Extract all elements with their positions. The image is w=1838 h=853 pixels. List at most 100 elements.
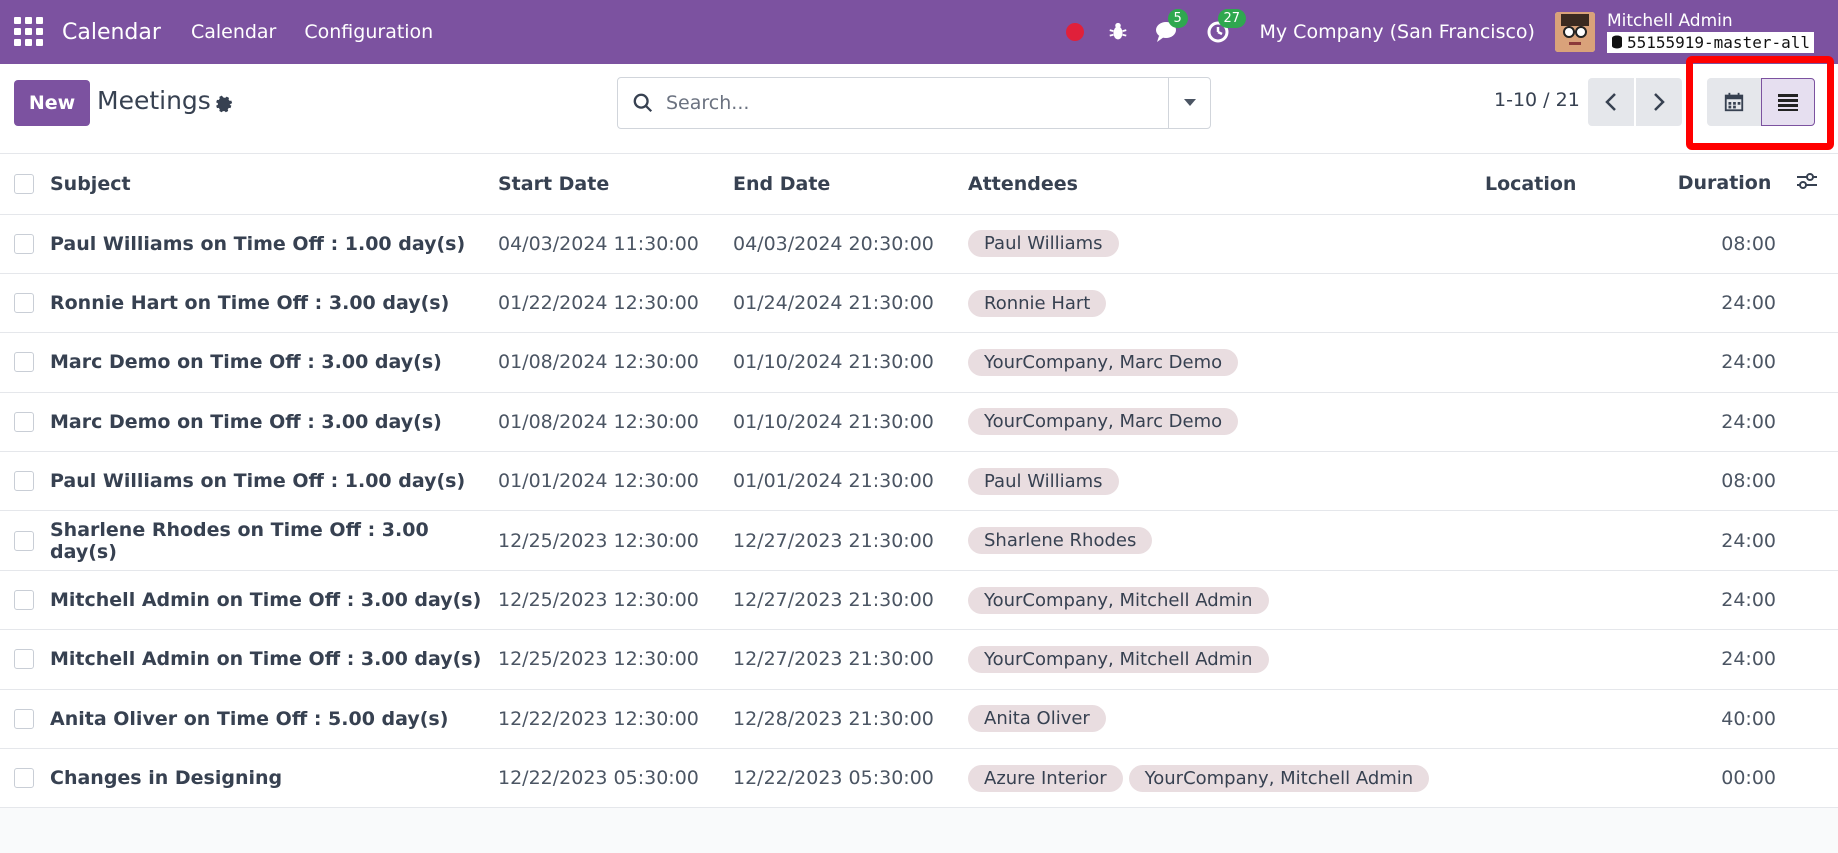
column-attendees[interactable]: Attendees [968,154,1485,215]
search-options-toggle[interactable] [1168,78,1210,128]
table-row[interactable]: Sharlene Rhodes on Time Off : 3.00 day(s… [0,510,1838,571]
table-row[interactable]: Marc Demo on Time Off : 3.00 day(s) 01/0… [0,332,1838,393]
cell-attendees[interactable]: Paul Williams [968,214,1485,274]
cell-start-date[interactable]: 01/08/2024 12:30:00 [498,392,733,453]
cell-start-date[interactable]: 12/22/2023 05:30:00 [498,748,733,809]
user-menu[interactable]: Mitchell Admin 55155919-master-all [1606,12,1814,53]
cell-attendees[interactable]: Anita Oliver [968,689,1485,750]
cell-location[interactable] [1485,332,1655,393]
cell-duration[interactable]: 24:00 [1655,332,1838,393]
user-avatar[interactable] [1554,12,1595,52]
cell-duration[interactable]: 08:00 [1655,214,1838,274]
cell-duration[interactable]: 24:00 [1655,510,1838,571]
gear-icon[interactable] [213,94,233,118]
cell-duration[interactable]: 24:00 [1655,392,1838,453]
cell-attendees[interactable]: YourCompany, Mitchell Admin [968,570,1485,631]
row-checkbox[interactable] [14,293,34,314]
select-all-checkbox[interactable] [14,173,34,194]
cell-start-date[interactable]: 01/01/2024 12:30:00 [498,451,733,512]
cell-location[interactable] [1485,570,1655,631]
cell-end-date[interactable]: 01/10/2024 21:30:00 [733,332,968,393]
row-checkbox[interactable] [14,590,34,611]
cell-start-date[interactable]: 01/22/2024 12:30:00 [498,273,733,334]
row-checkbox[interactable] [14,708,34,729]
cell-duration[interactable]: 24:00 [1655,273,1838,334]
cell-end-date[interactable]: 01/01/2024 21:30:00 [733,451,968,512]
cell-subject[interactable]: Anita Oliver on Time Off : 5.00 day(s) [50,689,498,750]
cell-location[interactable] [1485,689,1655,750]
list-view-button[interactable] [1761,78,1815,126]
row-checkbox[interactable] [14,352,34,373]
app-brand[interactable]: Calendar [62,20,161,45]
column-subject[interactable]: Subject [50,154,498,215]
table-row[interactable]: Paul Williams on Time Off : 1.00 day(s) … [0,214,1838,274]
cell-start-date[interactable]: 12/22/2023 12:30:00 [498,689,733,750]
pager-next-button[interactable] [1636,78,1682,126]
table-row[interactable]: Anita Oliver on Time Off : 5.00 day(s) 1… [0,689,1838,750]
row-checkbox[interactable] [14,768,34,789]
cell-end-date[interactable]: 12/27/2023 21:30:00 [733,629,968,690]
cell-subject[interactable]: Mitchell Admin on Time Off : 3.00 day(s) [50,570,498,631]
pager-previous-button[interactable] [1588,78,1634,126]
cell-subject[interactable]: Marc Demo on Time Off : 3.00 day(s) [50,332,498,393]
menu-calendar[interactable]: Calendar [191,21,276,43]
cell-end-date[interactable]: 12/27/2023 21:30:00 [733,570,968,631]
cell-duration[interactable]: 08:00 [1655,451,1838,512]
cell-attendees[interactable]: Sharlene Rhodes [968,510,1485,571]
column-duration[interactable]: Duration [1655,154,1838,215]
table-row[interactable]: Mitchell Admin on Time Off : 3.00 day(s)… [0,629,1838,690]
cell-start-date[interactable]: 12/25/2023 12:30:00 [498,629,733,690]
cell-duration[interactable]: 40:00 [1655,689,1838,750]
table-row[interactable]: Ronnie Hart on Time Off : 3.00 day(s) 01… [0,273,1838,334]
cell-duration[interactable]: 24:00 [1655,629,1838,690]
cell-location[interactable] [1485,214,1655,274]
cell-end-date[interactable]: 04/03/2024 20:30:00 [733,214,968,274]
cell-location[interactable] [1485,392,1655,453]
search-input[interactable] [654,78,1168,128]
table-row[interactable]: Changes in Designing 12/22/2023 05:30:00… [0,748,1838,809]
cell-subject[interactable]: Ronnie Hart on Time Off : 3.00 day(s) [50,273,498,334]
cell-subject[interactable]: Mitchell Admin on Time Off : 3.00 day(s) [50,629,498,690]
row-checkbox[interactable] [14,471,34,492]
cell-start-date[interactable]: 04/03/2024 11:30:00 [498,214,733,274]
cell-end-date[interactable]: 01/10/2024 21:30:00 [733,392,968,453]
cell-end-date[interactable]: 12/28/2023 21:30:00 [733,689,968,750]
cell-duration[interactable]: 00:00 [1655,748,1838,809]
cell-location[interactable] [1485,629,1655,690]
apps-menu-icon[interactable] [14,17,44,47]
calendar-view-button[interactable] [1707,78,1761,126]
cell-attendees[interactable]: Ronnie Hart [968,273,1485,334]
cell-attendees[interactable]: YourCompany, Marc Demo [968,332,1485,393]
column-location[interactable]: Location [1485,154,1655,215]
optional-columns-icon[interactable] [1796,171,1818,196]
cell-attendees[interactable]: YourCompany, Mitchell Admin [968,629,1485,690]
pager-value[interactable]: 1-10 / 21 [1494,89,1580,111]
cell-location[interactable] [1485,510,1655,571]
column-start-date[interactable]: Start Date [498,154,733,215]
cell-attendees[interactable]: YourCompany, Marc Demo [968,392,1485,453]
cell-subject[interactable]: Changes in Designing [50,748,498,809]
cell-location[interactable] [1485,273,1655,334]
debug-bug-icon[interactable] [1104,18,1132,46]
cell-subject[interactable]: Paul Williams on Time Off : 1.00 day(s) [50,214,498,274]
cell-subject[interactable]: Sharlene Rhodes on Time Off : 3.00 day(s… [50,510,498,571]
cell-start-date[interactable]: 12/25/2023 12:30:00 [498,510,733,571]
menu-configuration[interactable]: Configuration [304,21,433,43]
cell-attendees[interactable]: Paul Williams [968,451,1485,512]
column-end-date[interactable]: End Date [733,154,968,215]
recording-indicator-icon[interactable] [1065,23,1084,41]
chat-icon[interactable]: 5 [1154,9,1188,46]
cell-start-date[interactable]: 12/25/2023 12:30:00 [498,570,733,631]
cell-duration[interactable]: 24:00 [1655,570,1838,631]
table-row[interactable]: Marc Demo on Time Off : 3.00 day(s) 01/0… [0,392,1838,453]
cell-end-date[interactable]: 12/27/2023 21:30:00 [733,510,968,571]
cell-end-date[interactable]: 01/24/2024 21:30:00 [733,273,968,334]
table-row[interactable]: Mitchell Admin on Time Off : 3.00 day(s)… [0,570,1838,631]
cell-attendees[interactable]: Azure Interior YourCompany, Mitchell Admi… [968,748,1485,809]
cell-end-date[interactable]: 12/22/2023 05:30:00 [733,748,968,809]
row-checkbox[interactable] [14,530,34,551]
table-row[interactable]: Paul Williams on Time Off : 1.00 day(s) … [0,451,1838,512]
row-checkbox[interactable] [14,411,34,432]
company-switcher[interactable]: My Company (San Francisco) [1260,21,1535,43]
cell-subject[interactable]: Paul Williams on Time Off : 1.00 day(s) [50,451,498,512]
